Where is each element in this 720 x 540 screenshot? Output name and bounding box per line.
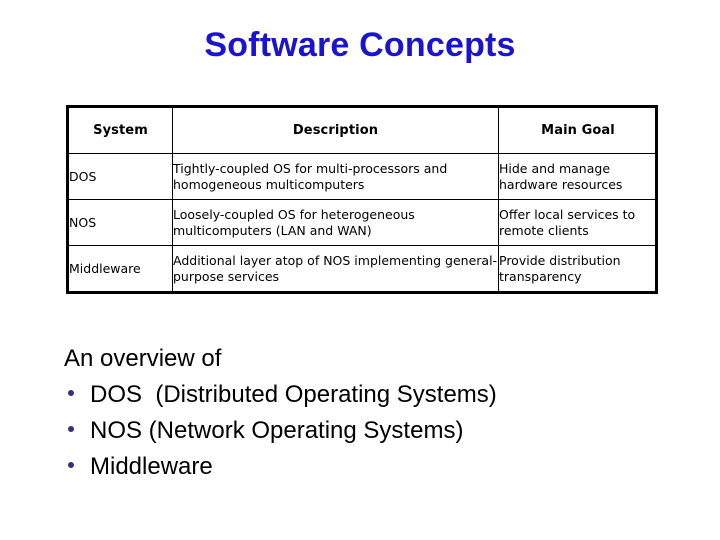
cell-system: DOS bbox=[69, 153, 173, 200]
cell-description: Tightly-coupled OS for multi-processors … bbox=[172, 153, 499, 200]
list-item-label: NOS (Network Operating Systems) bbox=[90, 417, 464, 444]
bullet-dot-icon bbox=[64, 377, 90, 413]
page-title: Software Concepts bbox=[204, 26, 516, 64]
cell-system: NOS bbox=[69, 199, 173, 246]
bullet-dot-icon bbox=[64, 449, 90, 485]
cell-main-goal: Hide and manage hardware resources bbox=[498, 153, 657, 200]
table-row: NOS Loosely-coupled OS for heterogeneous… bbox=[69, 199, 657, 246]
list-item-label: Middleware bbox=[90, 453, 213, 480]
overview-lead-text: An overview of bbox=[64, 345, 222, 372]
overview-list: An overview of DOS (Distributed Operatin… bbox=[64, 341, 684, 485]
list-item: NOS (Network Operating Systems) bbox=[64, 413, 684, 449]
column-header-main-goal: Main Goal bbox=[498, 108, 657, 154]
cell-description: Additional layer atop of NOS implementin… bbox=[172, 245, 499, 291]
cell-main-goal: Provide distribution transparency bbox=[498, 245, 657, 291]
table-row: DOS Tightly-coupled OS for multi-process… bbox=[69, 153, 657, 200]
software-concepts-table: System Description Main Goal DOS Tightly… bbox=[66, 105, 658, 294]
bullet-dot-icon bbox=[64, 413, 90, 449]
list-item: DOS (Distributed Operating Systems) bbox=[64, 377, 684, 413]
list-item: Middleware bbox=[64, 449, 684, 485]
list-item-label: DOS (Distributed Operating Systems) bbox=[90, 381, 497, 408]
cell-system: Middleware bbox=[69, 245, 173, 291]
table-row: Middleware Additional layer atop of NOS … bbox=[69, 245, 657, 291]
cell-main-goal: Offer local services to remote clients bbox=[498, 199, 657, 246]
column-header-system: System bbox=[69, 108, 173, 154]
table-header-row: System Description Main Goal bbox=[69, 108, 657, 154]
column-header-description: Description bbox=[172, 108, 499, 154]
cell-description: Loosely-coupled OS for heterogeneous mul… bbox=[172, 199, 499, 246]
